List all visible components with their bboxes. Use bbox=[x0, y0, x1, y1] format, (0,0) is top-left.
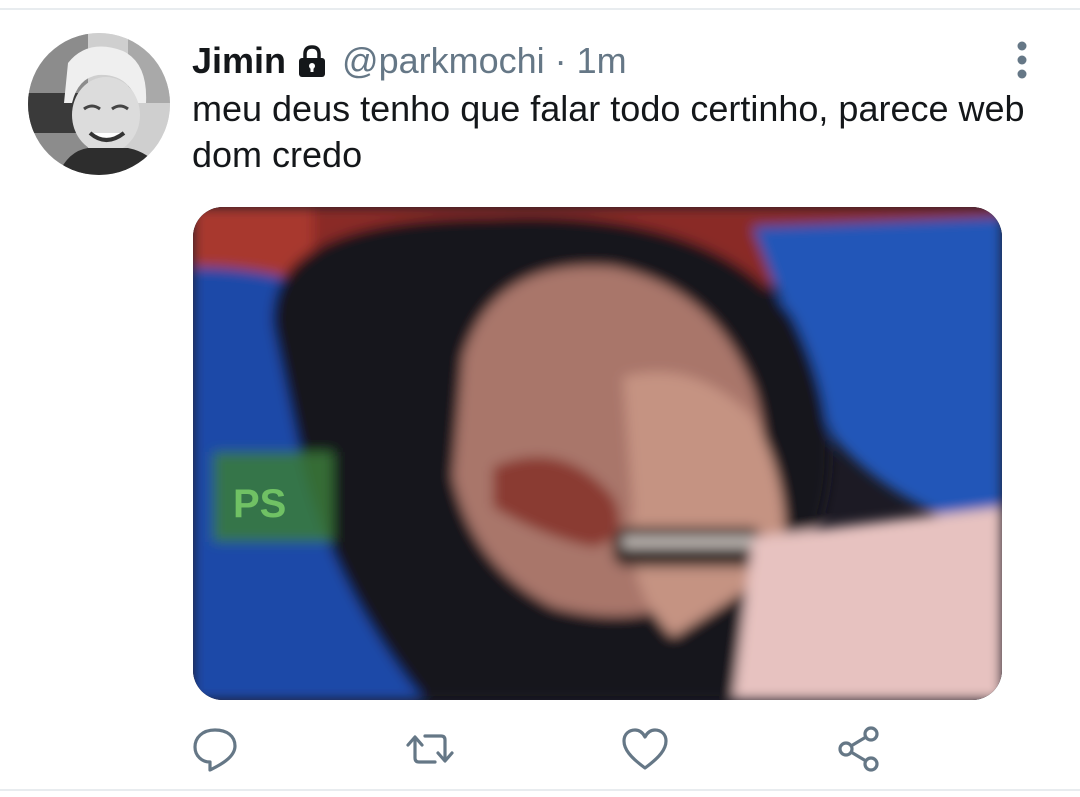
timestamp[interactable]: 1m bbox=[577, 40, 627, 82]
avatar-image bbox=[28, 33, 170, 175]
divider bbox=[0, 789, 1080, 791]
share-icon[interactable] bbox=[834, 724, 884, 774]
display-name[interactable]: Jimin bbox=[192, 40, 286, 82]
tweet-card[interactable]: Jimin @parkmochi · 1m meu deus tenho que… bbox=[0, 0, 1080, 797]
tweet-header: Jimin @parkmochi · 1m bbox=[192, 38, 627, 84]
like-icon[interactable] bbox=[620, 724, 670, 774]
media-watermark: PS bbox=[233, 482, 286, 526]
lock-icon bbox=[294, 43, 330, 79]
retweet-icon[interactable] bbox=[405, 724, 455, 774]
media-photo: PS bbox=[193, 207, 1002, 700]
handle[interactable]: @parkmochi bbox=[342, 40, 545, 82]
separator-dot: · bbox=[554, 40, 567, 81]
divider bbox=[0, 8, 1080, 10]
more-vertical-icon[interactable] bbox=[1008, 40, 1036, 80]
tweet-media-image[interactable]: PS bbox=[193, 207, 1002, 700]
reply-icon[interactable] bbox=[190, 724, 240, 774]
avatar[interactable] bbox=[28, 33, 170, 175]
tweet-text: meu deus tenho que falar todo certinho, … bbox=[192, 88, 1025, 175]
